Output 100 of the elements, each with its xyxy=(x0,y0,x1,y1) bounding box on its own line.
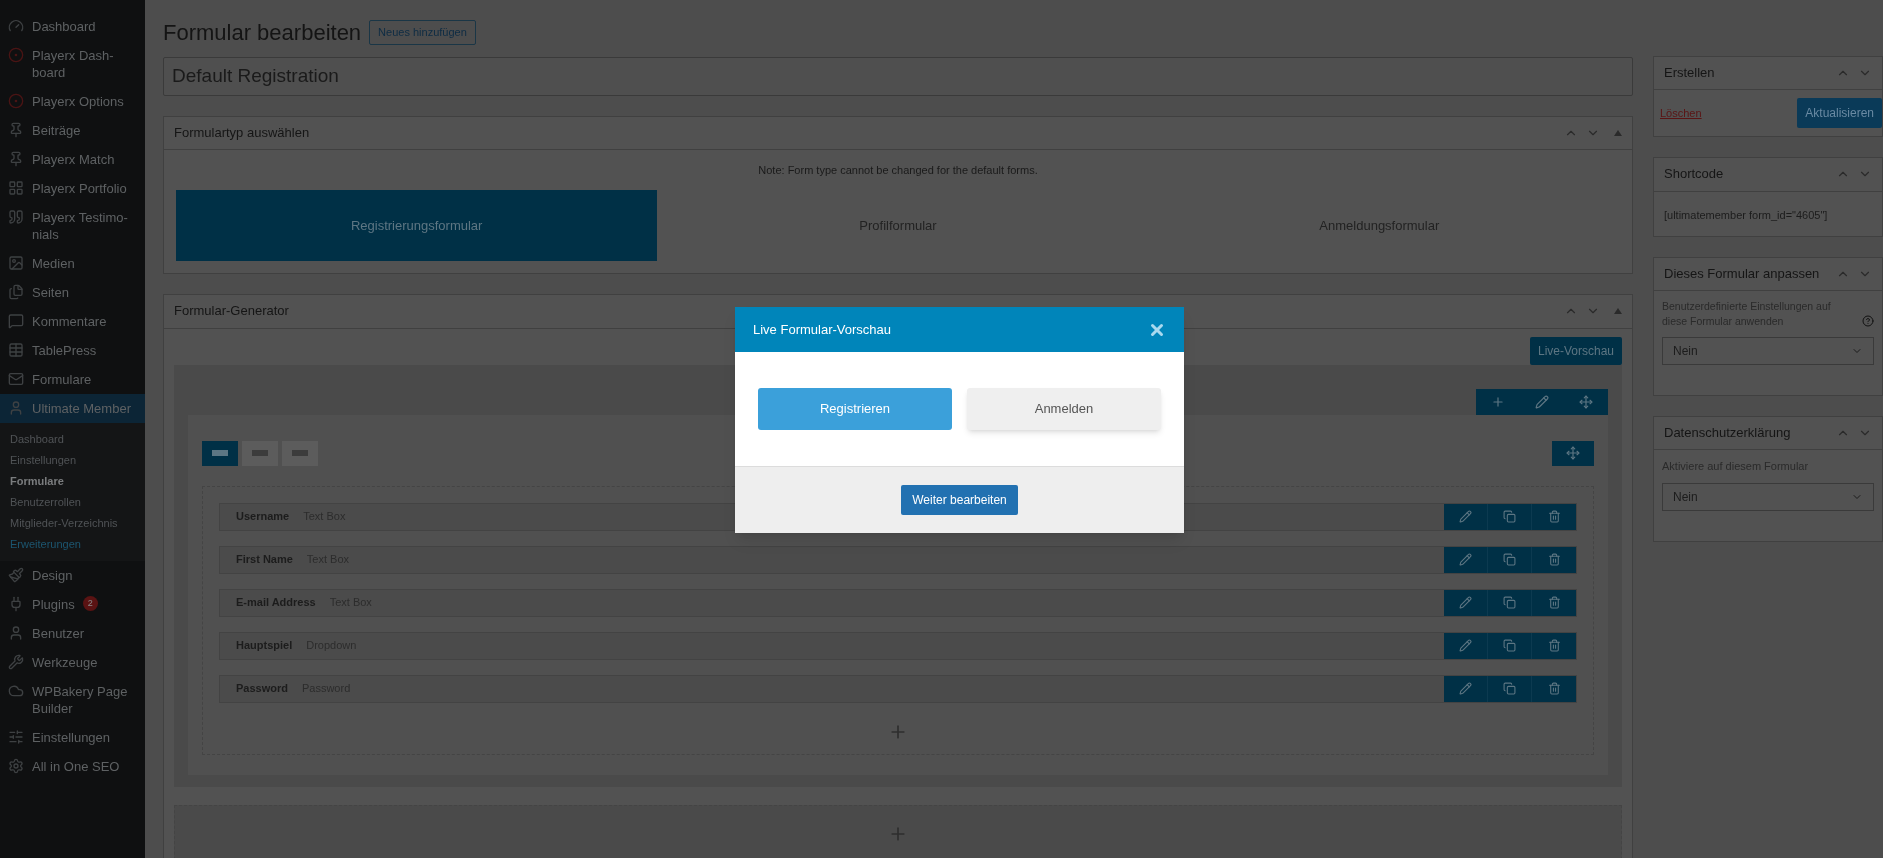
edit-icon xyxy=(1459,510,1472,523)
move-icon[interactable] xyxy=(1579,394,1593,409)
edit-field-button[interactable] xyxy=(1444,589,1488,616)
move-row-button[interactable] xyxy=(1552,440,1594,466)
sidebar-item[interactable]: Beiträge xyxy=(0,116,145,145)
cloud-icon xyxy=(8,683,24,699)
pin-icon xyxy=(8,122,24,138)
delete-field-button[interactable] xyxy=(1532,546,1576,573)
form-switch-tab[interactable]: Registrieren xyxy=(758,388,952,430)
sidebar-item[interactable]: WPBakery Page Builder xyxy=(0,677,145,723)
edit-icon xyxy=(1459,553,1472,566)
sidebar-item[interactable]: Medien xyxy=(0,249,145,278)
grid-icon xyxy=(8,180,24,196)
live-preview-button[interactable]: Live-Vorschau xyxy=(1529,336,1622,365)
submenu-item[interactable]: Formulare xyxy=(0,471,145,492)
sidebar-item[interactable]: Dashboard xyxy=(0,12,145,41)
trash-icon xyxy=(1547,553,1561,566)
edit-field-button[interactable] xyxy=(1444,675,1488,702)
submenu-item[interactable]: Dashboard xyxy=(0,429,145,450)
form-type-tab[interactable]: Registrierungsformular xyxy=(176,190,658,262)
sidebar-item[interactable]: Benutzer xyxy=(0,619,145,648)
column-layout-tab[interactable] xyxy=(282,440,318,466)
add-new-button[interactable]: Neues hinzufügen xyxy=(369,20,476,45)
sidebar-item[interactable]: Werkzeuge xyxy=(0,648,145,677)
delete-field-button[interactable] xyxy=(1532,675,1576,702)
panel-title: Erstellen xyxy=(1664,65,1715,82)
duplicate-field-button[interactable] xyxy=(1488,503,1532,530)
move-icon xyxy=(1566,446,1580,460)
gauge-icon xyxy=(8,18,24,34)
copy-icon xyxy=(1503,682,1516,695)
page-title: Formular bearbeiten xyxy=(163,19,362,47)
copy-icon xyxy=(1503,553,1516,566)
plug-icon xyxy=(8,596,24,612)
sidebar-item[interactable]: Einstellungen xyxy=(0,723,145,752)
submenu-item[interactable]: Erweiterungen xyxy=(0,534,145,555)
edit-field-button[interactable] xyxy=(1444,546,1488,573)
panel-title: Dieses Formular anpassen xyxy=(1664,265,1820,282)
dot-icon xyxy=(8,47,24,63)
copy-icon xyxy=(1503,639,1516,652)
dot-icon xyxy=(8,93,24,109)
pin-icon xyxy=(8,151,24,167)
submenu-item[interactable]: Benutzerrollen xyxy=(0,492,145,513)
sidebar-item[interactable]: Formulare xyxy=(0,365,145,394)
copy-icon xyxy=(1503,510,1516,523)
edit-field-button[interactable] xyxy=(1444,503,1488,530)
trash-icon xyxy=(1547,639,1561,652)
sidebar-item[interactable]: Kommentare xyxy=(0,307,145,336)
trash-icon xyxy=(1547,510,1561,523)
submenu-item[interactable]: Mitglieder-Verzeichnis xyxy=(0,513,145,534)
settings-icon xyxy=(8,758,24,774)
edit-icon xyxy=(1459,639,1472,652)
sidebar-item[interactable]: Ultimate Member xyxy=(0,394,145,423)
collapse-icon[interactable] xyxy=(1614,129,1622,136)
trash-icon xyxy=(1547,682,1561,695)
delete-link[interactable]: Löschen xyxy=(1660,105,1702,122)
edit-icon xyxy=(1459,596,1472,609)
sidebar-item[interactable]: All in One SEO xyxy=(0,752,145,781)
edit-icon xyxy=(1459,682,1472,695)
brush-icon xyxy=(8,567,24,583)
delete-field-button[interactable] xyxy=(1532,589,1576,616)
wrench-icon xyxy=(8,654,24,670)
duplicate-field-button[interactable] xyxy=(1488,632,1532,659)
form-switch-tab[interactable]: Anmelden xyxy=(967,388,1161,430)
panel-title: Formulartyp auswählen xyxy=(174,124,310,141)
sidebar-item[interactable]: Playerx Testimo-nials xyxy=(0,203,145,249)
sidebar-item[interactable]: Playerx Dash-board xyxy=(0,41,145,87)
image-icon xyxy=(8,255,24,271)
panel-title: Shortcode xyxy=(1664,166,1724,183)
comment-icon xyxy=(8,313,24,329)
trash-icon xyxy=(1547,596,1561,609)
modal-title: Live Formular-Vorschau xyxy=(753,320,891,339)
column-layout-tab[interactable] xyxy=(202,440,238,466)
sliders-icon xyxy=(8,729,24,745)
duplicate-field-button[interactable] xyxy=(1488,546,1532,573)
sidebar-item[interactable]: Design xyxy=(0,561,145,590)
sidebar-item[interactable]: Playerx Options xyxy=(0,87,145,116)
update-button[interactable]: Aktualisieren xyxy=(1797,98,1882,129)
sidebar-item[interactable]: Plugins 2 xyxy=(0,590,145,619)
edit-field-button[interactable] xyxy=(1444,632,1488,659)
edit-icon[interactable] xyxy=(1535,394,1549,409)
submenu-item[interactable]: Einstellungen xyxy=(0,450,145,471)
duplicate-field-button[interactable] xyxy=(1488,675,1532,702)
continue-editing-button[interactable]: Weiter bearbeiten xyxy=(901,485,1018,515)
collapse-icon[interactable] xyxy=(1614,308,1622,315)
sidebar-item[interactable]: Playerx Match xyxy=(0,145,145,174)
mail-icon xyxy=(8,371,24,387)
delete-field-button[interactable] xyxy=(1532,632,1576,659)
add-icon[interactable] xyxy=(1491,394,1505,409)
quote-icon xyxy=(8,209,24,225)
sidebar-item[interactable]: TablePress xyxy=(0,336,145,365)
duplicate-field-button[interactable] xyxy=(1488,589,1532,616)
user-icon xyxy=(8,400,24,416)
update-count-badge: 2 xyxy=(82,596,98,611)
column-layout-tab[interactable] xyxy=(242,440,278,466)
sidebar-item[interactable]: Seiten xyxy=(0,278,145,307)
copy-icon xyxy=(1503,596,1516,609)
pages-icon xyxy=(8,284,24,300)
help-icon[interactable] xyxy=(1862,314,1874,327)
delete-field-button[interactable] xyxy=(1532,503,1576,530)
sidebar-item[interactable]: Playerx Portfolio xyxy=(0,174,145,203)
